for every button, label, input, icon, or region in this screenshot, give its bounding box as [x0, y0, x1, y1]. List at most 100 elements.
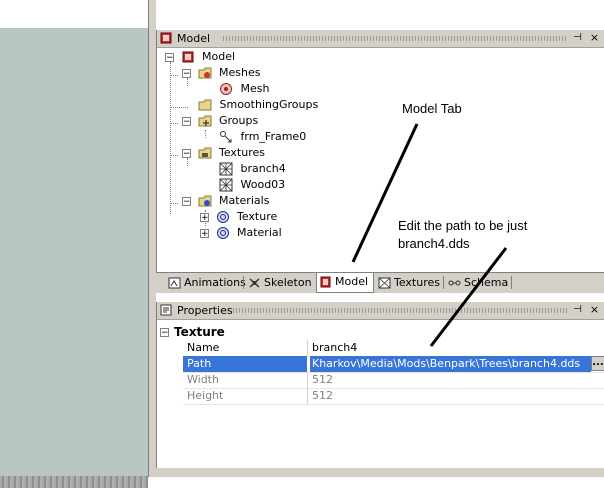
tab-textures[interactable]: Textures	[376, 274, 440, 292]
model-icon	[320, 276, 331, 288]
tree-line	[170, 123, 178, 124]
tree-label: SmoothingGroups	[219, 98, 319, 111]
tree-label: Mesh	[240, 82, 270, 95]
property-name: Name	[187, 341, 220, 354]
tab-schema[interactable]: Schema	[446, 274, 508, 292]
expand-toggle[interactable]: +	[200, 228, 209, 238]
skeleton-icon	[249, 278, 260, 288]
tree-line	[170, 155, 178, 156]
column-divider	[307, 340, 308, 356]
tree-node-material-material[interactable]: + Material	[200, 225, 282, 241]
tab-animations[interactable]: Animations	[166, 274, 246, 292]
model-panel-title: Model	[177, 32, 211, 45]
material-icon	[216, 227, 229, 239]
titlebar-grip[interactable]	[223, 36, 568, 41]
texture-icon	[219, 178, 233, 192]
property-name: Width	[187, 373, 219, 386]
browse-button[interactable]: ...	[591, 356, 604, 371]
tree-node-smoothing-groups[interactable]: SmoothingGroups	[198, 97, 318, 113]
properties-panel: Properties ⊣ × − Texture Name branch4 Pat…	[156, 302, 604, 468]
tree-label: Material	[237, 226, 282, 239]
animations-icon	[168, 277, 181, 289]
tab-separator	[511, 276, 512, 289]
property-row-name[interactable]: Name branch4	[183, 340, 604, 357]
tree-line	[170, 107, 188, 108]
tree-node-model[interactable]: − Model	[165, 49, 235, 65]
folder-groups-icon	[198, 115, 211, 127]
folder-icon	[198, 99, 212, 111]
annotation-model-tab: Model Tab	[402, 101, 462, 116]
tree-line	[170, 75, 178, 76]
tree-line	[170, 62, 171, 214]
property-row-width[interactable]: Width 512	[183, 372, 604, 389]
tree-node-meshes[interactable]: − Meshes	[182, 65, 260, 81]
tree-node-texture-wood03[interactable]: Wood03	[219, 177, 285, 193]
pin-icon[interactable]: ⊣	[571, 304, 584, 316]
pin-icon[interactable]: ⊣	[571, 32, 584, 44]
column-divider	[307, 372, 308, 388]
tree-line	[205, 130, 206, 138]
tree-label: Model	[202, 50, 236, 63]
column-divider	[307, 388, 308, 404]
expand-toggle[interactable]: +	[200, 212, 209, 222]
model-icon	[160, 32, 172, 44]
schema-icon	[448, 280, 461, 286]
panel-tabs: Animations Skeleton Model Textures Schem…	[156, 272, 604, 293]
folder-materials-icon	[198, 195, 211, 207]
tab-separator	[243, 276, 244, 289]
mesh-icon	[220, 83, 232, 95]
properties-icon	[160, 304, 172, 316]
tree-node-texture-branch4[interactable]: branch4	[219, 161, 286, 177]
model-panel-titlebar: Model ⊣ ×	[157, 30, 604, 48]
tree-label: Groups	[219, 114, 259, 127]
property-group-texture[interactable]: − Texture	[157, 324, 225, 340]
folder-mesh-icon	[198, 67, 211, 79]
path-value-field[interactable]: Kharkov\Media\Mods\Benpark\Trees\branch4…	[310, 356, 591, 372]
tree-label: Materials	[219, 194, 270, 207]
tab-skeleton[interactable]: Skeleton	[246, 274, 312, 292]
tree-label: Wood03	[240, 178, 286, 191]
tree-node-groups[interactable]: − Groups	[182, 113, 258, 129]
bottom-bar	[156, 468, 604, 477]
material-icon	[216, 211, 229, 223]
3d-viewport[interactable]	[0, 28, 148, 488]
tree-node-mesh[interactable]: Mesh	[219, 81, 269, 97]
texture-icon	[219, 162, 233, 176]
property-value: 512	[312, 373, 333, 386]
property-name: Path	[183, 356, 307, 372]
top-strip	[0, 0, 604, 28]
annotation-path-line1: Edit the path to be just	[398, 218, 528, 233]
viewport-floor	[0, 476, 148, 488]
model-tree: − Model − Meshes Mesh SmoothingGroups − …	[157, 48, 604, 300]
panel-splitter[interactable]	[148, 0, 156, 477]
property-row-height[interactable]: Height 512	[183, 388, 604, 405]
properties-panel-title: Properties	[177, 304, 233, 317]
property-name: Height	[187, 389, 224, 402]
collapse-toggle[interactable]: −	[182, 116, 191, 126]
tree-node-textures[interactable]: − Textures	[182, 145, 265, 161]
tree-node-material-texture[interactable]: + Texture	[200, 209, 277, 225]
tree-node-frame[interactable]: frm_Frame0	[219, 129, 306, 145]
model-panel: Model ⊣ × − Model − Meshes Mesh Smoothin…	[156, 30, 604, 272]
tab-model[interactable]: Model	[316, 273, 374, 293]
collapse-toggle[interactable]: −	[182, 196, 191, 206]
folder-textures-icon	[198, 147, 211, 159]
annotation-path-line2: branch4.dds	[398, 236, 470, 251]
properties-panel-titlebar: Properties ⊣ ×	[157, 302, 604, 320]
tree-label: Textures	[219, 146, 265, 159]
close-icon[interactable]: ×	[588, 304, 601, 316]
property-value[interactable]: branch4	[310, 340, 604, 356]
collapse-toggle[interactable]: −	[160, 328, 169, 338]
collapse-toggle[interactable]: −	[182, 68, 191, 78]
tree-label: Meshes	[219, 66, 261, 79]
titlebar-grip[interactable]	[233, 308, 568, 313]
collapse-toggle[interactable]: −	[182, 148, 191, 158]
tree-node-materials[interactable]: − Materials	[182, 193, 269, 209]
close-icon[interactable]: ×	[588, 32, 601, 44]
model-icon	[182, 51, 193, 63]
tab-separator	[443, 276, 444, 289]
tree-label: frm_Frame0	[240, 130, 307, 143]
property-row-path[interactable]: Path Kharkov\Media\Mods\Benpark\Trees\br…	[183, 356, 604, 373]
collapse-toggle[interactable]: −	[165, 52, 174, 62]
frame-icon	[220, 131, 232, 143]
